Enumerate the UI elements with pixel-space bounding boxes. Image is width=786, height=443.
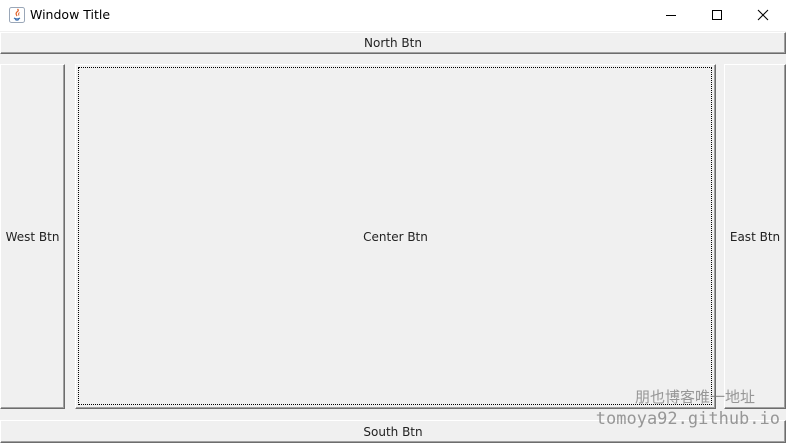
- maximize-icon: [712, 10, 722, 20]
- north-button[interactable]: North Btn: [0, 32, 786, 54]
- title-bar[interactable]: Window Title: [0, 0, 786, 31]
- south-button[interactable]: South Btn: [0, 420, 786, 443]
- java-app-icon[interactable]: [9, 7, 25, 23]
- east-button-label: East Btn: [729, 229, 781, 244]
- application-window: Window Title North Btn West Btn Center B…: [0, 0, 786, 443]
- close-button[interactable]: [740, 0, 786, 31]
- maximize-button[interactable]: [694, 0, 740, 31]
- south-button-label: South Btn: [363, 424, 423, 439]
- east-button[interactable]: East Btn: [724, 64, 786, 409]
- minimize-icon: [666, 15, 676, 16]
- west-button[interactable]: West Btn: [0, 64, 65, 409]
- north-button-label: North Btn: [364, 36, 422, 50]
- center-button[interactable]: Center Btn: [75, 64, 716, 409]
- close-icon: [757, 9, 769, 21]
- window-title: Window Title: [30, 7, 111, 22]
- center-button-label: Center Btn: [363, 229, 428, 244]
- minimize-button[interactable]: [648, 0, 694, 31]
- west-button-label: West Btn: [5, 229, 60, 244]
